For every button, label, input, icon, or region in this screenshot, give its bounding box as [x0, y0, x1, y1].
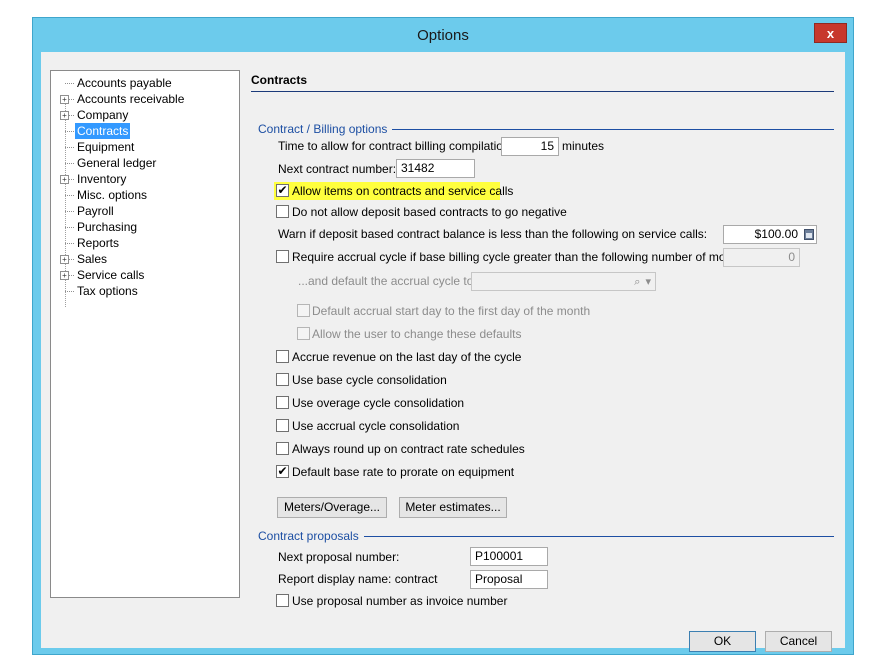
next-contract-input[interactable]: 31482 [396, 159, 475, 178]
tree-item-label: Sales [77, 252, 108, 266]
expand-icon[interactable]: + [60, 255, 69, 264]
expand-icon[interactable]: + [60, 271, 69, 280]
compile-time-label: Time to allow for contract billing compi… [278, 139, 513, 153]
accrual-consolidation-label: Use accrual cycle consolidation [292, 419, 460, 433]
no-negative-label: Do not allow deposit based contracts to … [292, 205, 567, 219]
use-proposal-label: Use proposal number as invoice number [292, 594, 508, 608]
base-consolidation-checkbox[interactable] [276, 373, 289, 386]
accrue-revenue-label: Accrue revenue on the last day of the cy… [292, 350, 522, 364]
tree-branch-line [65, 83, 74, 84]
tree-branch-line [65, 227, 74, 228]
billing-group-divider [383, 129, 834, 130]
window-title: Options [417, 27, 469, 44]
proposals-group-label: Contract proposals [258, 529, 364, 543]
lookup-icon: ⌕ ▾ [634, 276, 652, 288]
display-name-input[interactable]: Proposal [470, 570, 548, 589]
compile-time-input[interactable]: 15 [501, 137, 559, 156]
default-start-day-label: Default accrual start day to the first d… [312, 304, 591, 318]
round-up-checkbox[interactable] [276, 442, 289, 455]
calendar-icon[interactable] [804, 229, 814, 240]
prorate-checkbox[interactable]: ✔ [276, 465, 289, 478]
allow-change-label: Allow the user to change these defaults [312, 327, 522, 341]
require-accrual-checkbox[interactable] [276, 250, 289, 263]
expand-icon[interactable]: + [60, 175, 69, 184]
next-proposal-input[interactable]: P100001 [470, 547, 548, 566]
base-consolidation-label: Use base cycle consolidation [292, 373, 447, 387]
prorate-label: Default base rate to prorate on equipmen… [292, 465, 515, 479]
tree-item-label: Purchasing [77, 220, 138, 234]
overage-consolidation-checkbox[interactable] [276, 396, 289, 409]
tree-item-label: General ledger [77, 156, 157, 170]
accrue-revenue-checkbox[interactable] [276, 350, 289, 363]
require-accrual-months-input: 0 [723, 248, 800, 267]
tree-item-label: Accounts receivable [77, 92, 185, 106]
proposals-group-divider [357, 536, 834, 537]
no-negative-checkbox[interactable] [276, 205, 289, 218]
title-divider [251, 91, 834, 92]
tree-branch-line [65, 195, 74, 196]
tree-item-label: Contracts [75, 123, 131, 139]
warn-balance-input[interactable]: $100.00 [723, 225, 817, 244]
tree-item-label: Payroll [77, 204, 114, 218]
require-accrual-label: Require accrual cycle if base billing cy… [292, 250, 752, 264]
meter-estimates-button[interactable]: Meter estimates... [399, 497, 507, 518]
allow-change-checkbox [297, 327, 310, 340]
next-contract-label: Next contract number: [278, 162, 397, 176]
default-start-day-checkbox [297, 304, 310, 317]
close-button[interactable]: x [814, 23, 847, 43]
use-proposal-checkbox[interactable] [276, 594, 289, 607]
tree-item-label: Tax options [77, 284, 138, 298]
next-proposal-label: Next proposal number: [278, 550, 400, 564]
display-name-label: Report display name: contract [278, 572, 438, 586]
options-window: Options x Accounts payable + Accounts rece… [32, 17, 854, 655]
billing-group-label: Contract / Billing options [258, 122, 393, 136]
tree-branch-line [65, 291, 74, 292]
tree-branch-line [65, 147, 74, 148]
default-accrual-label: ...and default the accrual cycle to: [298, 274, 477, 288]
ok-button[interactable]: OK [689, 631, 756, 652]
compile-time-unit: minutes [562, 139, 605, 153]
tree-branch-line [65, 131, 74, 132]
page-title: Contracts [251, 73, 308, 87]
allow-items-label: Allow items on contracts and service cal… [292, 184, 514, 198]
tree-branch-line [65, 211, 74, 212]
cancel-button[interactable]: Cancel [765, 631, 832, 652]
overage-consolidation-label: Use overage cycle consolidation [292, 396, 465, 410]
warn-balance-label: Warn if deposit based contract balance i… [278, 227, 708, 241]
tree-item-label: Service calls [77, 268, 145, 282]
title-bar[interactable]: Options x [33, 18, 853, 52]
tree-item-label: Inventory [77, 172, 127, 186]
expand-icon[interactable]: + [60, 95, 69, 104]
tree-item-label: Company [77, 108, 129, 122]
tree-branch-line [65, 243, 74, 244]
warn-balance-value: $100.00 [754, 227, 798, 241]
tree-item-label: Misc. options [77, 188, 148, 202]
meters-overage-button[interactable]: Meters/Overage... [277, 497, 387, 518]
tree-item-label: Equipment [77, 140, 135, 154]
round-up-label: Always round up on contract rate schedul… [292, 442, 525, 456]
accrual-consolidation-checkbox[interactable] [276, 419, 289, 432]
tree-item-label: Accounts payable [77, 76, 172, 90]
default-accrual-dropdown: ⌕ ▾ [471, 272, 656, 291]
expand-icon[interactable]: + [60, 111, 69, 120]
tree-branch-line [65, 163, 74, 164]
allow-items-checkbox[interactable]: ✔ [276, 184, 289, 197]
tree-item-label: Reports [77, 236, 120, 250]
dialog-client: Accounts payable + Accounts receivable + Com… [41, 52, 845, 652]
options-tree[interactable]: Accounts payable + Accounts receivable + Com… [50, 70, 240, 598]
